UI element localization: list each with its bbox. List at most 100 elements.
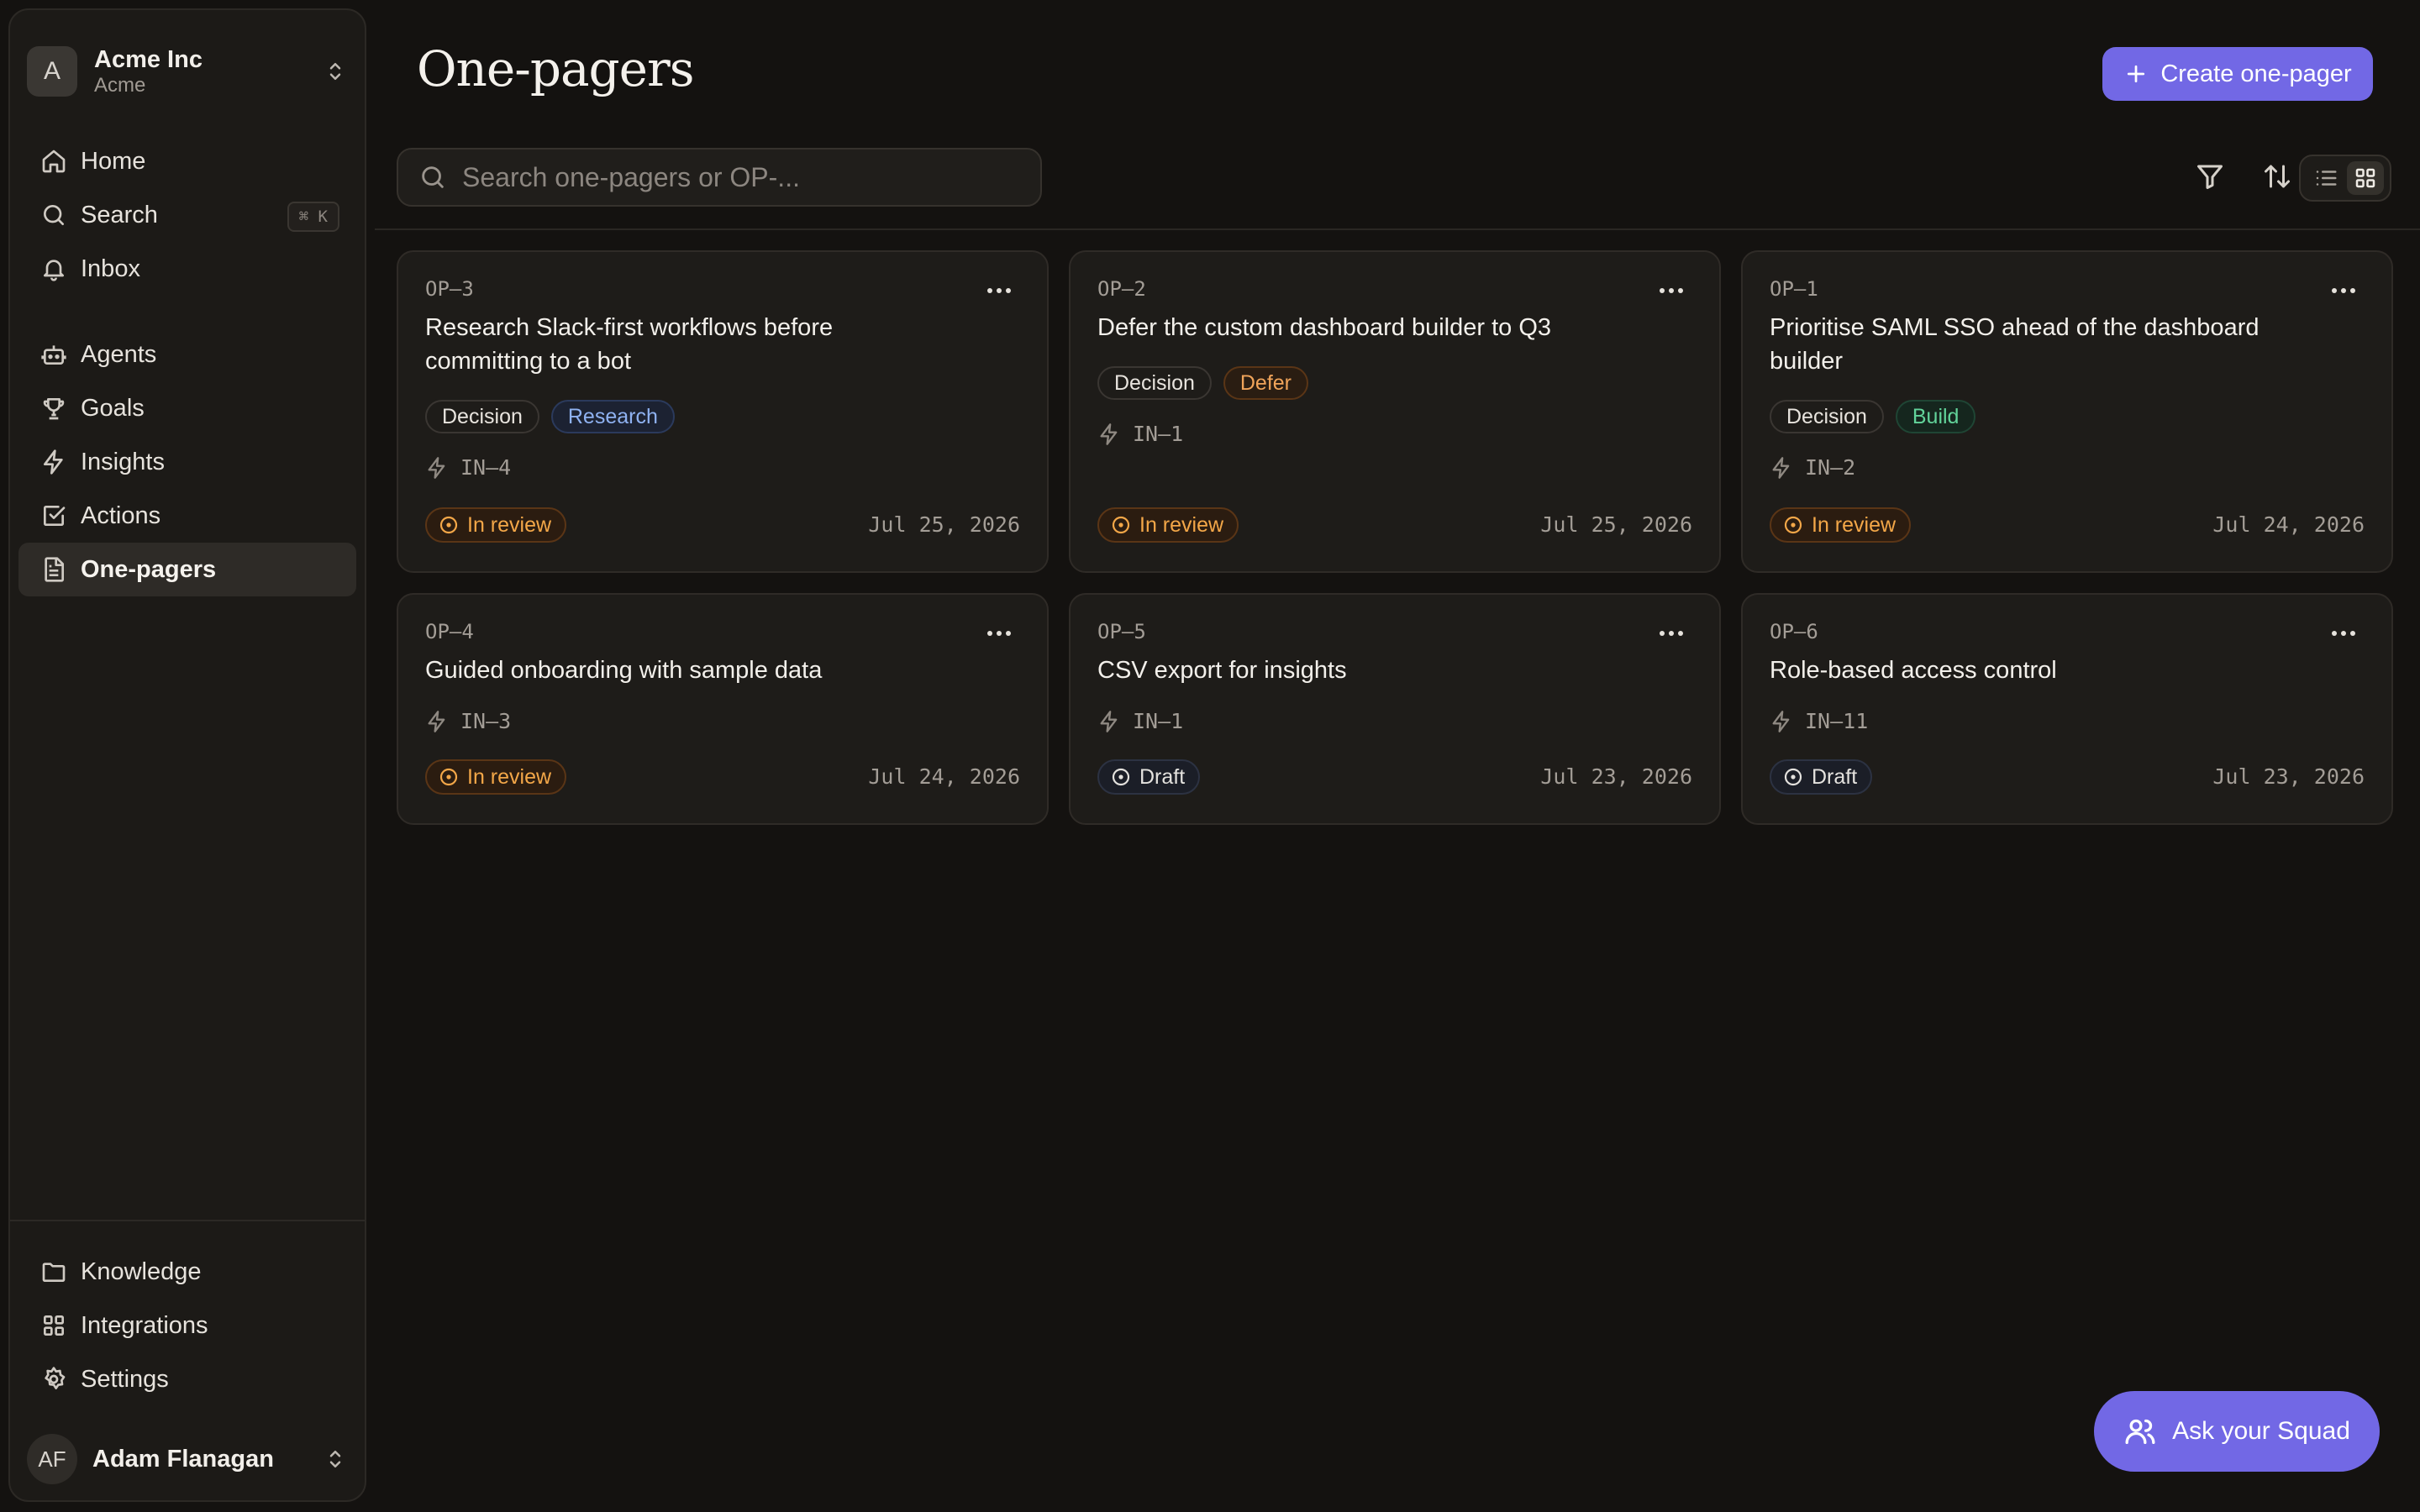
status-label: In review xyxy=(1139,512,1224,537)
card-link-id: IN–2 xyxy=(1805,455,1856,480)
sidebar-item-agents[interactable]: Agents xyxy=(18,328,356,381)
tag-build: Build xyxy=(1895,400,1976,433)
sidebar-item-label: Integrations xyxy=(81,1311,208,1339)
sidebar-item-home[interactable]: Home xyxy=(18,134,356,188)
sidebar-item-inbox[interactable]: Inbox xyxy=(18,242,356,296)
more-options-icon[interactable] xyxy=(1657,282,1686,299)
status-label: In review xyxy=(467,512,552,537)
status-clock-icon xyxy=(1783,515,1803,535)
one-pager-card[interactable]: OP–5 CSV export for insights IN–1 Draft … xyxy=(1069,593,1721,825)
card-link: IN–1 xyxy=(1097,709,1183,733)
grid-icon xyxy=(2353,165,2378,191)
lightning-icon xyxy=(1097,710,1121,733)
card-title: Research Slack-first workflows before co… xyxy=(425,314,834,375)
sidebar-item-search[interactable]: Search ⌘ K xyxy=(18,188,356,242)
tag-decision: Decision xyxy=(425,400,539,433)
more-options-icon[interactable] xyxy=(1657,625,1686,642)
status-clock-icon xyxy=(1783,767,1803,787)
sidebar-item-label: Agents xyxy=(81,340,157,368)
status-clock-icon xyxy=(439,515,459,535)
sidebar-item-label: Goals xyxy=(81,394,145,422)
list-view-button[interactable] xyxy=(2307,161,2344,195)
sidebar-item-integrations[interactable]: Integrations xyxy=(18,1299,356,1352)
org-text: Acme Inc Acme xyxy=(94,45,323,97)
user-name: Adam Flanagan xyxy=(92,1445,274,1473)
secondary-nav: Knowledge Integrations Settings xyxy=(18,1245,356,1406)
status-badge: Draft xyxy=(1770,759,1873,795)
view-toggle xyxy=(2299,155,2391,202)
lightning-icon xyxy=(1770,710,1793,733)
card-link-id: IN–3 xyxy=(460,709,512,733)
user-menu[interactable]: AF Adam Flanagan xyxy=(27,1430,348,1488)
create-one-pager-button[interactable]: Create one-pager xyxy=(2102,47,2373,101)
sidebar-item-knowledge[interactable]: Knowledge xyxy=(18,1245,356,1299)
sidebar-item-insights[interactable]: Insights xyxy=(18,435,356,489)
header-divider xyxy=(375,228,2420,230)
sidebar-item-actions[interactable]: Actions xyxy=(18,489,356,543)
org-switcher[interactable]: A Acme Inc Acme xyxy=(27,35,348,108)
more-options-icon[interactable] xyxy=(2329,625,2358,642)
lightning-icon xyxy=(1097,423,1121,446)
one-pager-card[interactable]: OP–4 Guided onboarding with sample data … xyxy=(397,593,1049,825)
status-badge: Draft xyxy=(1097,759,1201,795)
grid-icon xyxy=(40,1312,67,1339)
card-tags: Decision Defer xyxy=(1097,366,1309,400)
card-date: Jul 23, 2026 xyxy=(2212,764,2365,789)
robot-icon xyxy=(40,341,67,368)
card-date: Jul 24, 2026 xyxy=(868,764,1020,789)
status-clock-icon xyxy=(1111,767,1131,787)
gear-icon xyxy=(40,1366,67,1393)
lightning-icon xyxy=(425,456,449,480)
sidebar-item-label: Settings xyxy=(81,1365,169,1393)
main-content: One-pagers Create one-pager OP–3 Researc… xyxy=(375,0,2420,1512)
one-pager-card[interactable]: OP–2 Defer the custom dashboard builder … xyxy=(1069,250,1721,573)
status-badge: In review xyxy=(425,759,567,795)
card-date: Jul 24, 2026 xyxy=(2212,512,2365,537)
search-input[interactable] xyxy=(460,160,968,194)
card-id: OP–1 xyxy=(1770,277,1818,301)
card-link: IN–2 xyxy=(1770,455,1855,480)
one-pager-card[interactable]: OP–3 Research Slack-first workflows befo… xyxy=(397,250,1049,573)
sidebar-item-label: Inbox xyxy=(81,255,140,282)
tag-decision: Decision xyxy=(1770,400,1884,433)
more-options-icon[interactable] xyxy=(985,282,1013,299)
users-icon xyxy=(2123,1415,2157,1448)
more-options-icon[interactable] xyxy=(985,625,1013,642)
sort-icon xyxy=(2262,161,2292,192)
card-date: Jul 23, 2026 xyxy=(1540,764,1692,789)
org-avatar: A xyxy=(27,46,77,97)
sidebar-item-label: Home xyxy=(81,147,146,175)
card-id: OP–6 xyxy=(1770,620,1818,643)
card-title: Guided onboarding with sample data xyxy=(425,657,823,684)
card-link-id: IN–11 xyxy=(1805,709,1869,733)
card-date: Jul 25, 2026 xyxy=(868,512,1020,537)
sidebar-item-goals[interactable]: Goals xyxy=(18,381,356,435)
one-pager-card[interactable]: OP–1 Prioritise SAML SSO ahead of the da… xyxy=(1741,250,2393,573)
filter-icon xyxy=(2195,161,2225,192)
status-label: In review xyxy=(467,764,552,789)
home-icon xyxy=(40,148,67,175)
card-id: OP–5 xyxy=(1097,620,1146,643)
card-link: IN–4 xyxy=(425,455,511,480)
sidebar-item-label: Search xyxy=(81,201,158,228)
sidebar-item-settings[interactable]: Settings xyxy=(18,1352,356,1406)
card-date: Jul 25, 2026 xyxy=(1540,512,1692,537)
one-pager-card[interactable]: OP–6 Role-based access control IN–11 Dra… xyxy=(1741,593,2393,825)
more-options-icon[interactable] xyxy=(2329,282,2358,299)
sort-button[interactable] xyxy=(2257,156,2297,197)
card-id: OP–4 xyxy=(425,620,474,643)
card-title: CSV export for insights xyxy=(1097,657,1347,684)
sidebar-item-label: Actions xyxy=(81,501,161,529)
status-clock-icon xyxy=(439,767,459,787)
sidebar-item-label: Knowledge xyxy=(81,1257,202,1285)
grid-view-button[interactable] xyxy=(2346,161,2384,195)
search-icon xyxy=(418,163,447,192)
status-badge: In review xyxy=(1097,507,1239,543)
card-id: OP–3 xyxy=(425,277,474,301)
filter-button[interactable] xyxy=(2190,156,2230,197)
ask-squad-button[interactable]: Ask your Squad xyxy=(2094,1391,2380,1472)
card-id: OP–2 xyxy=(1097,277,1146,301)
tag-research: Research xyxy=(550,400,675,433)
ask-squad-label: Ask your Squad xyxy=(2172,1417,2350,1445)
sidebar-item-one-pagers[interactable]: One-pagers xyxy=(18,543,356,596)
